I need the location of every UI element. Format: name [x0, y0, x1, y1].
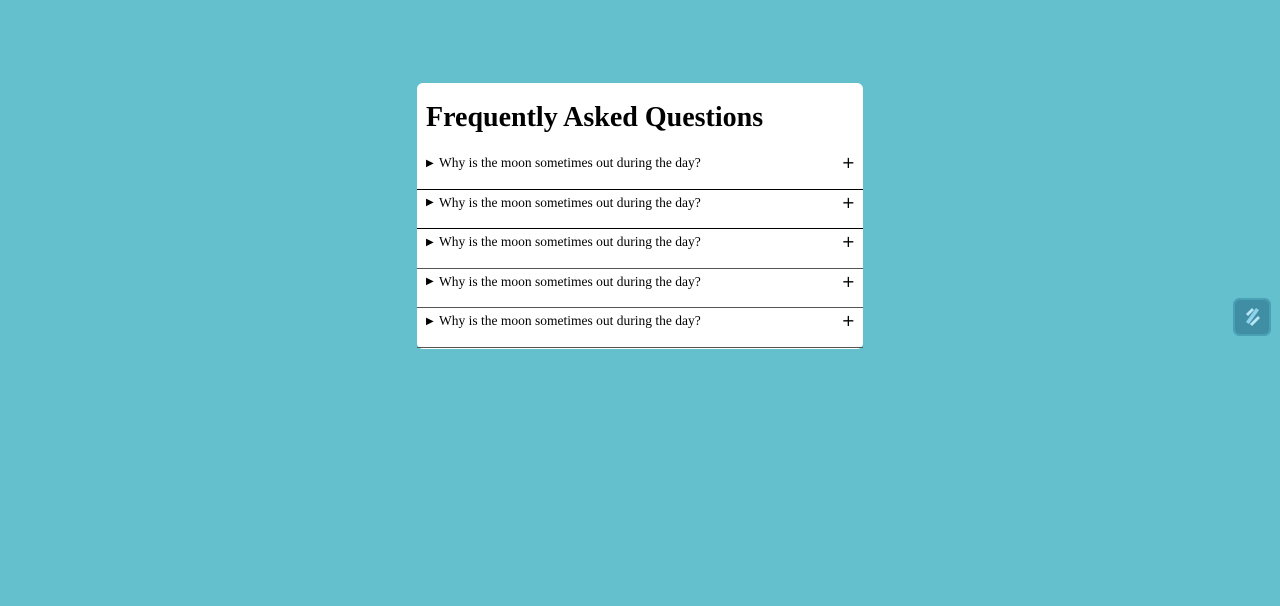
faq-item[interactable]: ▶ Why is the moon sometimes out during t… — [417, 229, 863, 269]
faq-question: Why is the moon sometimes out during the… — [439, 234, 701, 250]
faq-summary[interactable]: ▶ Why is the moon sometimes out during t… — [426, 194, 855, 212]
faq-question: Why is the moon sometimes out during the… — [439, 194, 701, 210]
faq-item[interactable]: ▶ Why is the moon sometimes out during t… — [417, 269, 863, 309]
faq-summary[interactable]: ▶ Why is the moon sometimes out during t… — [426, 233, 855, 251]
faq-item[interactable]: ▶ Why is the moon sometimes out during t… — [417, 190, 863, 230]
faq-list: ▶ Why is the moon sometimes out during t… — [417, 150, 863, 348]
disclosure-triangle-icon: ▶ — [426, 315, 434, 327]
faq-question: Why is the moon sometimes out during the… — [439, 313, 701, 329]
disclosure-triangle-icon: ▶ — [426, 197, 434, 209]
faq-question: Why is the moon sometimes out during the… — [439, 273, 701, 289]
faq-card: Frequently Asked Questions ▶ Why is the … — [417, 83, 863, 349]
faq-question: Why is the moon sometimes out during the… — [439, 155, 701, 170]
page-title: Frequently Asked Questions — [426, 102, 764, 133]
floating-extension-button[interactable] — [1233, 298, 1271, 336]
faq-item[interactable]: ▶ Why is the moon sometimes out during t… — [417, 150, 863, 190]
s-logo-icon — [1246, 308, 1260, 326]
plus-icon[interactable]: + — [842, 155, 855, 171]
disclosure-triangle-icon: ▶ — [426, 236, 434, 248]
faq-summary[interactable]: ▶ Why is the moon sometimes out during t… — [426, 154, 855, 172]
disclosure-triangle-icon: ▶ — [426, 157, 434, 169]
plus-icon[interactable]: + — [842, 273, 855, 290]
plus-icon[interactable]: + — [842, 313, 855, 329]
divider — [417, 346, 863, 348]
faq-summary[interactable]: ▶ Why is the moon sometimes out during t… — [426, 312, 855, 330]
plus-icon[interactable]: + — [842, 234, 855, 250]
plus-icon[interactable]: + — [842, 194, 855, 211]
faq-item[interactable]: ▶ Why is the moon sometimes out during t… — [417, 308, 863, 348]
disclosure-triangle-icon: ▶ — [426, 276, 434, 288]
faq-summary[interactable]: ▶ Why is the moon sometimes out during t… — [426, 273, 855, 291]
